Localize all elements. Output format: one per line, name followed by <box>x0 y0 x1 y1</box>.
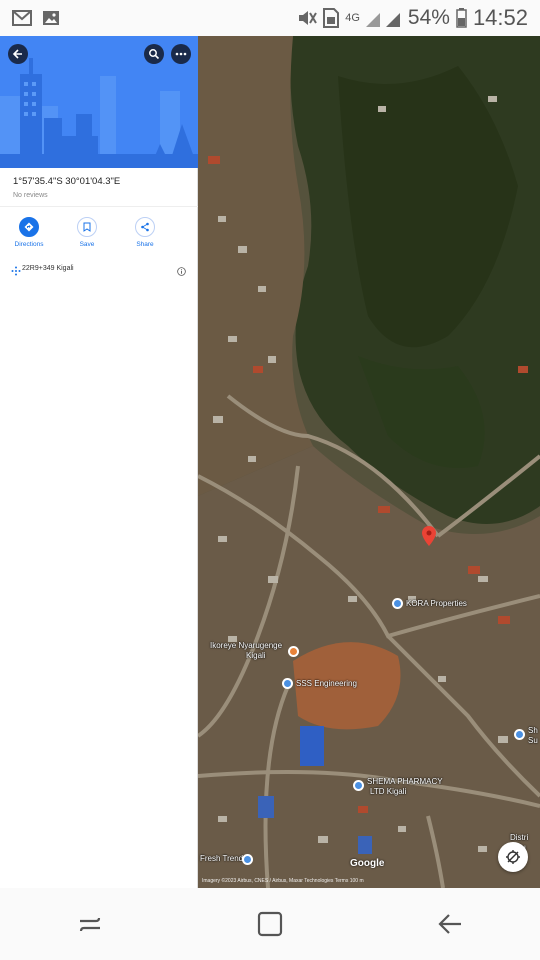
compass-icon <box>506 850 520 864</box>
poi-marker[interactable] <box>353 780 364 791</box>
poi-label-pharmacy[interactable]: SHEMA PHARMACY <box>367 777 443 786</box>
place-panel: 1°57'35.4"S 30°01'04.3"E No reviews Dire… <box>0 36 198 888</box>
home-button[interactable] <box>240 894 300 954</box>
directions-button[interactable]: Directions <box>0 217 58 248</box>
gmail-icon <box>12 10 32 26</box>
poi-marker[interactable] <box>288 646 299 657</box>
back-arrow-icon <box>12 49 22 59</box>
back-nav-button[interactable] <box>420 894 480 954</box>
poi-marker[interactable] <box>514 729 525 740</box>
poi-marker[interactable] <box>282 678 293 689</box>
place-hero-image <box>0 36 198 168</box>
clock: 14:52 <box>472 5 528 30</box>
satellite-imagery <box>198 36 540 888</box>
signal-icon <box>365 9 402 27</box>
plus-code: 22R9+349 Kigali <box>22 264 74 272</box>
directions-icon <box>19 217 39 237</box>
place-coordinates: 1°57'35.4"S 30°01'04.3"E <box>13 176 121 187</box>
poi-label-fresh-trends[interactable]: Fresh Trends <box>200 854 247 863</box>
poi-marker[interactable] <box>242 854 253 865</box>
navigation-bar <box>0 888 540 960</box>
poi-label-sh[interactable]: Sh <box>528 726 538 735</box>
google-logo: Google <box>350 858 385 869</box>
more-horiz-icon <box>175 52 187 56</box>
poi-label-ltd[interactable]: LTD Kigali <box>370 787 406 796</box>
action-row: Directions Save Share <box>0 199 197 248</box>
directions-label: Directions <box>14 241 44 248</box>
poi-label-nyarugenge[interactable]: Ikoreye Nyarugenge <box>210 641 282 650</box>
network-type: 4G <box>345 12 360 24</box>
location-pin-icon[interactable] <box>422 526 436 546</box>
share-button[interactable]: Share <box>116 217 174 248</box>
compass-button[interactable] <box>498 842 528 872</box>
info-icon[interactable] <box>177 263 186 281</box>
more-options-button[interactable] <box>171 44 191 64</box>
share-label: Share <box>136 241 154 248</box>
save-label: Save <box>79 241 95 248</box>
satellite-map[interactable]: KORA Properties Ikoreye Nyarugenge Kigal… <box>198 36 540 888</box>
poi-label-kigali[interactable]: Kigali <box>246 651 266 660</box>
gallery-icon <box>42 10 60 26</box>
back-icon <box>438 914 461 934</box>
back-button[interactable] <box>8 44 28 64</box>
battery-icon <box>456 8 467 28</box>
plus-code-row[interactable]: 22R9+349 Kigali <box>0 258 198 278</box>
sim-icon <box>323 8 340 28</box>
bookmark-icon <box>77 217 97 237</box>
recents-button[interactable] <box>60 894 120 954</box>
battery-percent: 54% <box>407 6 450 29</box>
search-icon <box>149 49 160 60</box>
home-icon <box>257 911 283 937</box>
map-attribution[interactable]: Imagery ©2023 Airbus, CNES / Airbus, Max… <box>202 878 364 884</box>
search-button[interactable] <box>144 44 164 64</box>
poi-marker[interactable] <box>392 598 403 609</box>
plus-code-icon <box>11 263 21 281</box>
save-button[interactable]: Save <box>58 217 116 248</box>
reviews-count: No reviews <box>13 192 48 199</box>
recents-icon <box>79 917 101 932</box>
poi-label-distri[interactable]: Distri <box>510 833 528 842</box>
screen: 4G 54% 14:52 1°57'35.4"S 30°01'04.3"E No… <box>0 0 540 960</box>
share-icon <box>135 217 155 237</box>
status-bar: 4G 54% 14:52 <box>0 0 540 36</box>
poi-label-su[interactable]: Su <box>528 736 538 745</box>
poi-label-kora[interactable]: KORA Properties <box>406 599 467 608</box>
poi-label-sss[interactable]: SSS Engineering <box>296 679 357 688</box>
mute-icon <box>297 9 318 27</box>
